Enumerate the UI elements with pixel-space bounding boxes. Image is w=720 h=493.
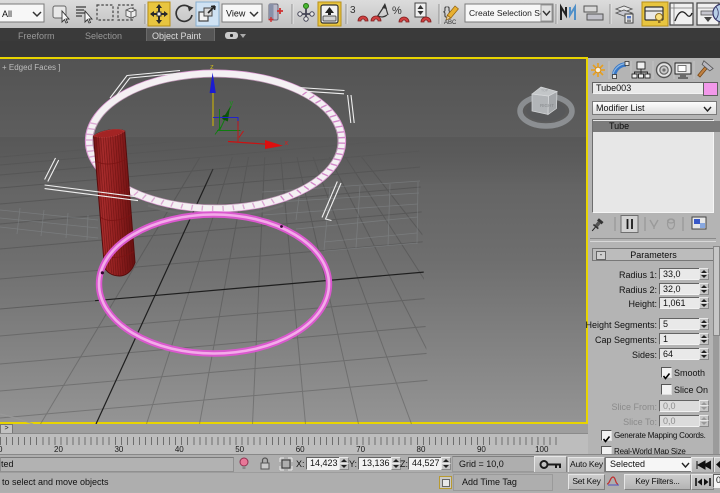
svg-text:Create Selection Se: Create Selection Se: [469, 8, 545, 18]
svg-text:All: All: [2, 9, 12, 19]
svg-text:+ Edged Faces ]: + Edged Faces ]: [2, 63, 60, 72]
svg-text:x: x: [285, 138, 289, 147]
svg-text:z: z: [210, 62, 214, 71]
svg-text:ABC: ABC: [444, 20, 457, 26]
svg-text:y: y: [230, 98, 234, 107]
svg-text:TOP: TOP: [541, 89, 549, 93]
svg-text:3: 3: [350, 5, 356, 16]
svg-text:RIGHT: RIGHT: [540, 103, 554, 108]
svg-text:%: %: [392, 5, 402, 17]
svg-text:View: View: [226, 9, 246, 19]
